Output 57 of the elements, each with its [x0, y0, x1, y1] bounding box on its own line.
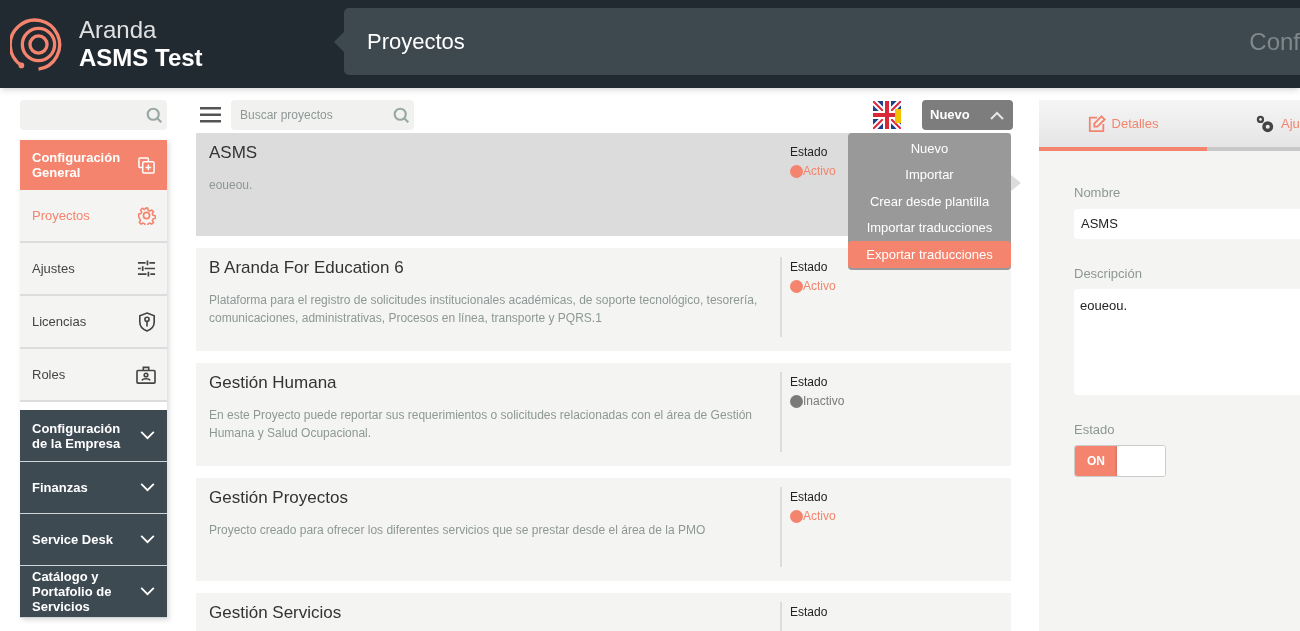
field-label: Estado — [1074, 421, 1116, 439]
project-title: Gestión Servicios — [209, 602, 343, 624]
gears-icon — [1255, 113, 1275, 134]
field-label: Descripción — [1074, 264, 1143, 283]
description-input-field[interactable]: eoueou. — [1074, 289, 1300, 395]
sidebar-group-header[interactable]: Service Desk — [20, 514, 167, 566]
menu-icon[interactable] — [200, 107, 221, 123]
section-title: Conf — [1249, 26, 1300, 57]
status-label: Estado — [790, 604, 828, 621]
chevron-down-icon — [140, 535, 155, 544]
project-title: B Aranda For Education 6 — [209, 257, 405, 279]
page-title: Proyectos — [367, 28, 465, 56]
project-title: Gestión Humana — [209, 372, 338, 394]
search-icon — [146, 107, 163, 124]
new-dropdown-button[interactable]: Nuevo — [922, 100, 1013, 130]
shield-key-icon — [138, 311, 156, 332]
status-label: Estado — [790, 259, 829, 276]
project-search-field[interactable]: Buscar proyectos — [231, 100, 414, 130]
project-title: ASMS — [209, 142, 259, 164]
project-description: eoueou. — [209, 177, 254, 194]
project-card[interactable]: Gestión Proyectos Proyecto creado para ofrecer los diferentes servicios que se prestar desde el área de la PMO Estado Activo — [196, 478, 1011, 581]
sidebar-group-header[interactable]: Catálogo y Portafolio de Servicios — [20, 566, 167, 618]
sidebar-group-header[interactable]: Configuración de la Empresa — [20, 410, 167, 462]
sliders-icon — [137, 259, 156, 278]
project-description: Plataforma para el registro de solicitudes institucionales académicas, de soporte tecnológico, tesorería, comunicaciones, administrativas, Procesos en línea, transporte y PQRS.1 — [209, 292, 759, 327]
chevron-down-icon — [140, 483, 155, 492]
field-label: Nombre — [1074, 184, 1122, 202]
status-value: Activo — [803, 163, 836, 180]
status-label: Estado — [790, 489, 829, 506]
project-description: En este Proyecto puede reportar sus requerimientos o solicitudes relacionadas con el área de Gestión Humana y Salud Ocupacional. — [209, 407, 753, 442]
status-label: Estado — [790, 374, 829, 391]
language-flag-icon[interactable] — [873, 101, 901, 129]
selection-pointer — [1011, 175, 1021, 191]
sidebar-group-header[interactable]: Finanzas — [20, 462, 167, 514]
edit-icon — [1087, 114, 1106, 133]
id-badge-icon — [136, 365, 156, 384]
search-icon — [393, 107, 410, 124]
chevron-down-icon — [140, 431, 155, 440]
status-value: Inactivo — [803, 393, 845, 410]
sidebar-item[interactable]: Roles — [20, 349, 167, 402]
status-label: Estado — [790, 144, 829, 161]
gear-icon — [137, 206, 156, 225]
chevron-down-icon — [140, 587, 155, 596]
project-card[interactable]: Gestión Servicios Estado — [196, 593, 1011, 631]
project-title: Gestión Proyectos — [209, 487, 349, 509]
sidebar-item[interactable]: Ajustes — [20, 243, 167, 296]
status-value: Activo — [803, 508, 836, 525]
sidebar-search-field[interactable] — [20, 100, 167, 130]
project-description: Proyecto creado para ofrecer los diferentes servicios que se prestar desde el área de la PMO — [209, 522, 707, 539]
copy-plus-icon — [138, 156, 155, 174]
brand-product: ASMS Test — [79, 46, 203, 70]
project-card[interactable]: Gestión Humana En este Proyecto puede reportar sus requerimientos o solicitudes relacionadas con el área de Gestión Humana y Salud Ocupacional. Estado Inactivo — [196, 363, 1011, 466]
sidebar-item[interactable]: Licencias — [20, 296, 167, 349]
chevron-up-icon — [990, 110, 1004, 120]
name-input-field[interactable]: ASMS — [1074, 208, 1300, 239]
brand-name: Aranda — [79, 18, 158, 42]
status-value: Activo — [803, 278, 836, 295]
